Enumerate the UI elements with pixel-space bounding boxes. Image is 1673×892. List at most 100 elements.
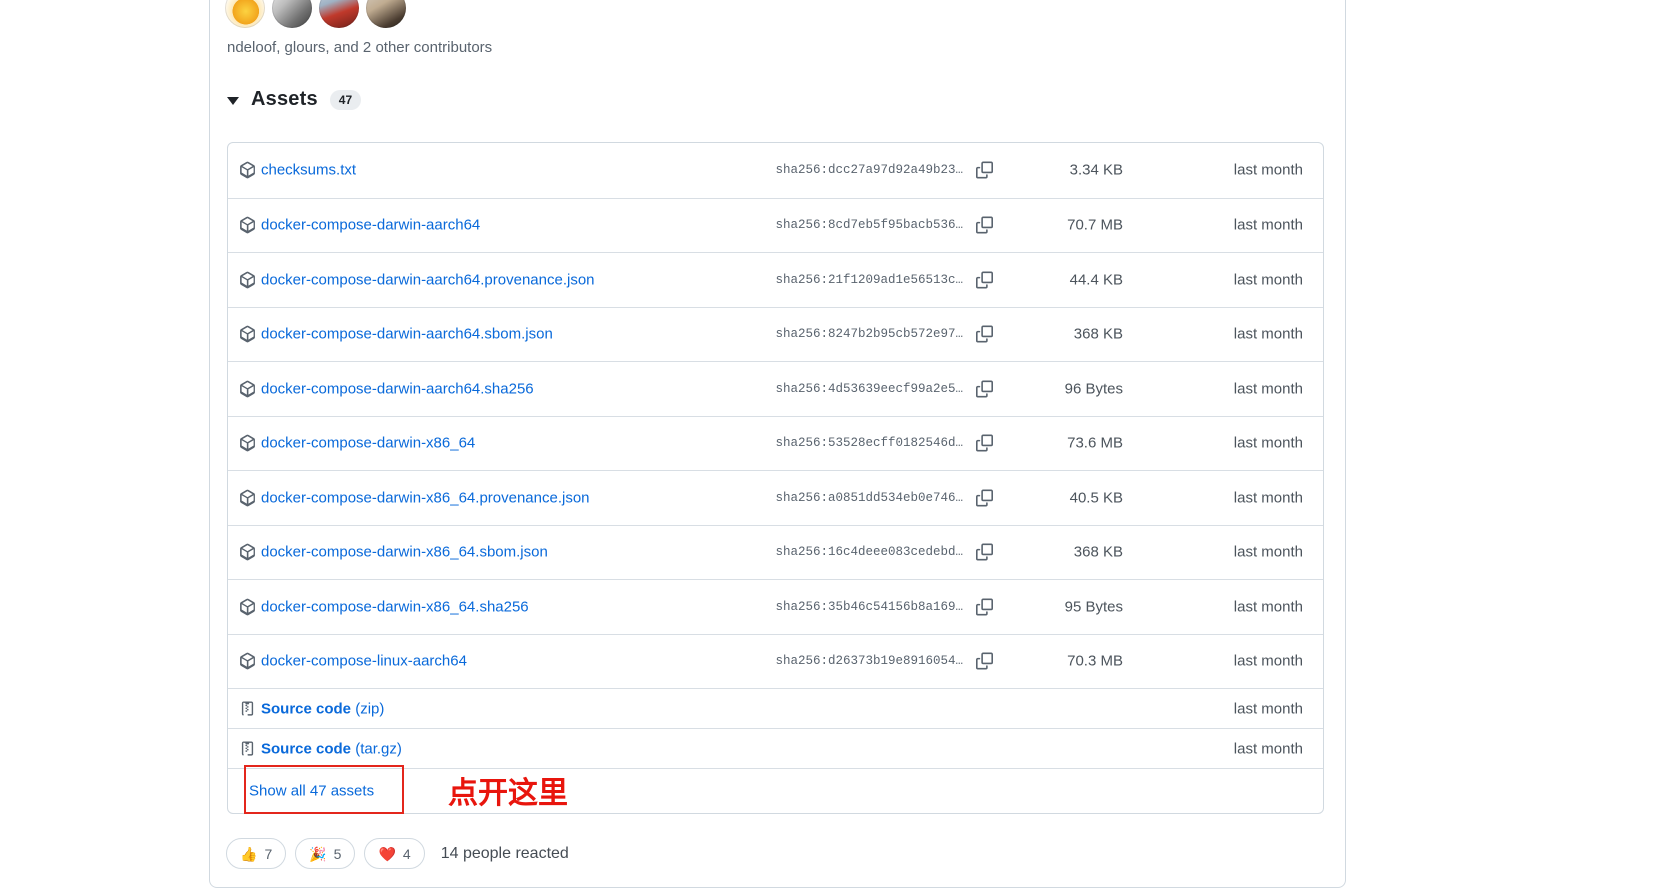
show-all-row: Show all 47 assets bbox=[228, 768, 1323, 813]
copy-icon[interactable] bbox=[976, 434, 993, 452]
asset-file-link[interactable]: docker-compose-linux-aarch64 bbox=[261, 653, 467, 670]
asset-hash: sha256:a0851dd534eb0e746… bbox=[775, 490, 963, 505]
source-code-label: Source code bbox=[261, 740, 352, 757]
reaction-count: 5 bbox=[333, 845, 342, 862]
asset-row: docker-compose-darwin-aarch64.sbom.json … bbox=[228, 306, 1323, 362]
asset-hash: sha256:dcc27a97d92a49b23… bbox=[775, 163, 963, 178]
asset-date: last month bbox=[1233, 740, 1303, 757]
asset-date: last month bbox=[1233, 700, 1303, 717]
asset-row: docker-compose-darwin-x86_64.sbom.json s… bbox=[228, 524, 1323, 580]
asset-size: 73.6 MB bbox=[1067, 434, 1123, 452]
copy-icon[interactable] bbox=[976, 325, 993, 343]
asset-date: last month bbox=[1233, 216, 1303, 234]
release-page: ndeloof, glours, and 2 other contributor… bbox=[0, 0, 1673, 892]
asset-hash: sha256:16c4deee083cedebd… bbox=[775, 545, 963, 560]
reaction-count: 4 bbox=[402, 845, 411, 862]
package-icon bbox=[240, 380, 255, 398]
reaction-heart-button[interactable]: ❤️ 4 bbox=[364, 838, 425, 869]
asset-row: docker-compose-darwin-x86_64.sha256 sha2… bbox=[228, 579, 1323, 634]
asset-size: 70.3 MB bbox=[1067, 652, 1123, 670]
party-popper-icon: 🎉 bbox=[309, 845, 327, 862]
asset-date: last month bbox=[1233, 271, 1303, 289]
annotation-text: 点开这里 bbox=[448, 777, 568, 810]
contributor-avatar[interactable] bbox=[366, 0, 406, 28]
caret-down-icon[interactable] bbox=[227, 96, 239, 105]
asset-size: 95 Bytes bbox=[1064, 598, 1123, 616]
asset-row: docker-compose-darwin-x86_64 sha256:5352… bbox=[228, 415, 1323, 471]
asset-size: 70.7 MB bbox=[1067, 216, 1123, 234]
package-icon bbox=[240, 652, 255, 670]
contributor-avatar[interactable] bbox=[272, 0, 312, 28]
reaction-party-button[interactable]: 🎉 5 bbox=[295, 838, 356, 869]
asset-size: 44.4 KB bbox=[1069, 271, 1123, 289]
package-icon bbox=[240, 271, 255, 289]
copy-icon[interactable] bbox=[976, 380, 993, 398]
copy-icon[interactable] bbox=[976, 216, 993, 234]
asset-file-link[interactable]: docker-compose-darwin-aarch64 bbox=[261, 217, 480, 234]
package-icon bbox=[240, 325, 255, 343]
asset-size: 368 KB bbox=[1073, 543, 1123, 561]
asset-hash: sha256:21f1209ad1e56513c… bbox=[775, 272, 963, 287]
asset-row: checksums.txt sha256:dcc27a97d92a49b23… … bbox=[228, 143, 1323, 198]
asset-date: last month bbox=[1233, 543, 1303, 561]
package-icon bbox=[240, 434, 255, 452]
asset-size: 96 Bytes bbox=[1064, 380, 1123, 398]
asset-file-link[interactable]: docker-compose-darwin-x86_64.sha256 bbox=[261, 598, 529, 615]
contributor-avatar[interactable] bbox=[225, 0, 265, 28]
asset-size: 40.5 KB bbox=[1069, 489, 1123, 507]
reaction-thumbs-up-button[interactable]: 👍 7 bbox=[226, 838, 287, 869]
asset-file-link[interactable]: checksums.txt bbox=[261, 162, 356, 179]
asset-file-link[interactable]: docker-compose-darwin-aarch64.sbom.json bbox=[261, 326, 553, 343]
source-code-format: (tar.gz) bbox=[355, 740, 402, 757]
contributors-text: ndeloof, glours, and 2 other contributor… bbox=[227, 39, 493, 56]
asset-file-link[interactable]: docker-compose-darwin-aarch64.sha256 bbox=[261, 380, 534, 397]
asset-date: last month bbox=[1233, 434, 1303, 452]
package-icon bbox=[240, 543, 255, 561]
asset-row: docker-compose-darwin-aarch64.sha256 sha… bbox=[228, 361, 1323, 416]
asset-date: last month bbox=[1233, 489, 1303, 507]
asset-file-link[interactable]: docker-compose-darwin-x86_64.sbom.json bbox=[261, 544, 548, 561]
thumbs-up-icon: 👍 bbox=[240, 845, 258, 862]
file-zip-icon bbox=[241, 701, 254, 716]
asset-row: docker-compose-darwin-aarch64 sha256:8cd… bbox=[228, 197, 1323, 253]
contributor-avatar[interactable] bbox=[319, 0, 359, 28]
copy-icon[interactable] bbox=[976, 598, 993, 616]
package-icon bbox=[240, 161, 255, 179]
asset-row: docker-compose-darwin-aarch64.provenance… bbox=[228, 252, 1323, 307]
reaction-summary: 14 people reacted bbox=[440, 844, 569, 862]
package-icon bbox=[240, 489, 255, 507]
copy-icon[interactable] bbox=[976, 271, 993, 289]
asset-date: last month bbox=[1233, 161, 1303, 179]
reaction-count: 7 bbox=[264, 845, 273, 862]
assets-table: checksums.txt sha256:dcc27a97d92a49b23… … bbox=[227, 142, 1324, 814]
asset-file-link[interactable]: docker-compose-darwin-x86_64 bbox=[261, 435, 475, 452]
asset-row: docker-compose-darwin-x86_64.provenance.… bbox=[228, 470, 1323, 525]
copy-icon[interactable] bbox=[976, 489, 993, 507]
asset-hash: sha256:53528ecff0182546d… bbox=[775, 436, 963, 451]
asset-date: last month bbox=[1233, 598, 1303, 616]
source-code-targz-link[interactable]: Source code (tar.gz) bbox=[261, 740, 402, 757]
source-code-row: Source code (zip) last month bbox=[228, 688, 1323, 728]
package-icon bbox=[240, 216, 255, 234]
asset-hash: sha256:d26373b19e8916054… bbox=[775, 654, 963, 669]
copy-icon[interactable] bbox=[976, 652, 993, 670]
source-code-label: Source code bbox=[261, 700, 352, 717]
assets-title: Assets bbox=[251, 88, 318, 110]
asset-file-link[interactable]: docker-compose-darwin-x86_64.provenance.… bbox=[261, 489, 590, 506]
asset-file-link[interactable]: docker-compose-darwin-aarch64.provenance… bbox=[261, 271, 595, 288]
asset-row: docker-compose-linux-aarch64 sha256:d263… bbox=[228, 633, 1323, 689]
asset-date: last month bbox=[1233, 325, 1303, 343]
heart-icon: ❤️ bbox=[378, 845, 396, 862]
source-code-format: (zip) bbox=[355, 700, 385, 717]
show-all-assets-link[interactable]: Show all 47 assets bbox=[249, 783, 374, 800]
copy-icon[interactable] bbox=[976, 543, 993, 561]
source-code-zip-link[interactable]: Source code (zip) bbox=[261, 700, 384, 717]
source-code-row: Source code (tar.gz) last month bbox=[228, 728, 1323, 768]
file-zip-icon bbox=[241, 741, 254, 756]
asset-hash: sha256:8cd7eb5f95bacb536… bbox=[775, 218, 963, 233]
package-icon bbox=[240, 598, 255, 616]
asset-hash: sha256:4d53639eecf99a2e5… bbox=[775, 381, 963, 396]
reactions-bar: 👍 7 🎉 5 ❤️ 4 14 people reacted bbox=[226, 838, 569, 869]
copy-icon[interactable] bbox=[976, 161, 993, 179]
contributor-avatars bbox=[225, 0, 406, 28]
